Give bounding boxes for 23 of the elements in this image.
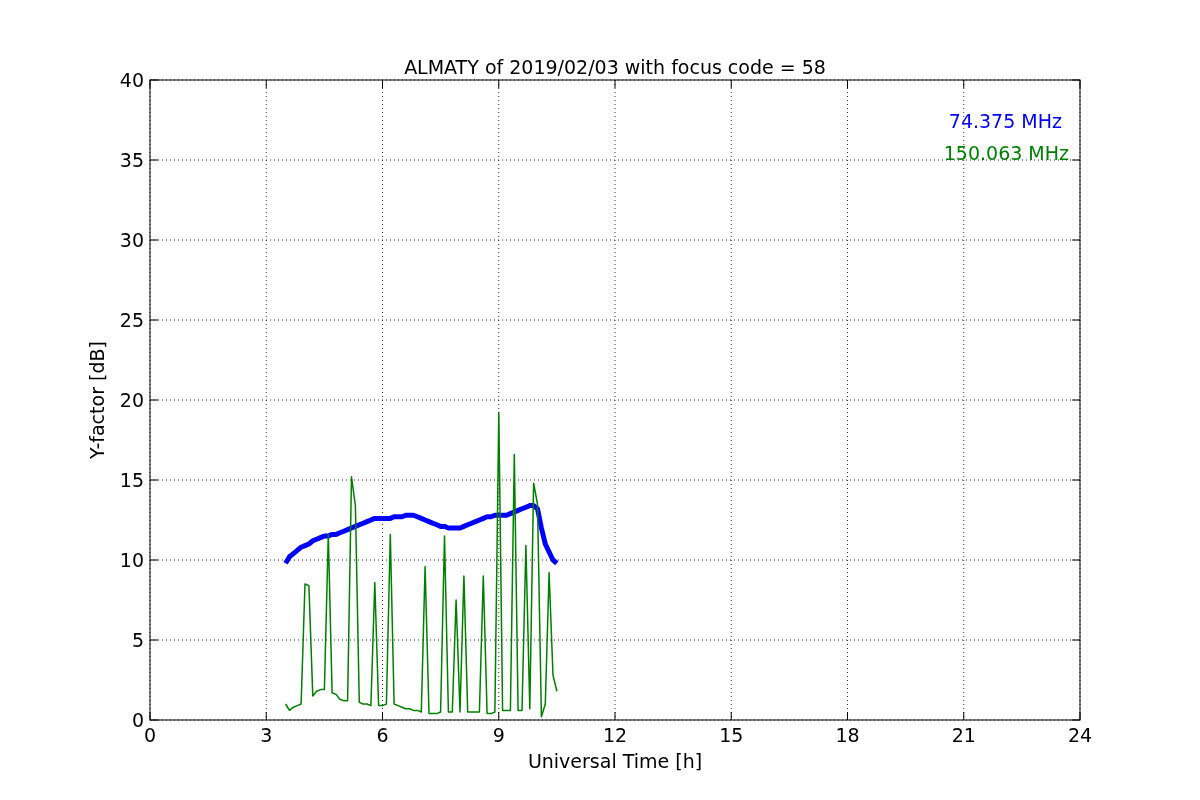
tick-label: 18 <box>835 724 860 746</box>
legend-label: 150.063 MHz <box>943 142 1069 164</box>
tick-label: 24 <box>1067 724 1093 746</box>
tick-label: 5 <box>131 629 144 651</box>
tick-label: 10 <box>119 549 144 571</box>
axis-label: Universal Time [h] <box>527 750 703 772</box>
axis-label: Y-factor [dB] <box>86 341 108 459</box>
legend-label: 74.375 MHz <box>948 110 1062 132</box>
tick-label: 9 <box>492 724 505 746</box>
tick-label: 6 <box>376 724 389 746</box>
tick-label: 30 <box>119 229 144 251</box>
tick-label: 20 <box>119 389 144 411</box>
tick-label: 0 <box>131 709 144 731</box>
tick-label: 0 <box>143 724 157 746</box>
chart-title: ALMATY of 2019/02/03 with focus code = 58 <box>404 56 826 78</box>
tick-label: 3 <box>260 724 273 746</box>
tick-label: 21 <box>951 724 976 746</box>
tick-label: 25 <box>119 309 144 331</box>
tick-label: 12 <box>602 724 628 746</box>
tick-label: 40 <box>119 69 144 91</box>
tick-label: 15 <box>719 724 744 746</box>
tick-label: 15 <box>119 469 144 491</box>
tick-label: 35 <box>119 149 144 171</box>
